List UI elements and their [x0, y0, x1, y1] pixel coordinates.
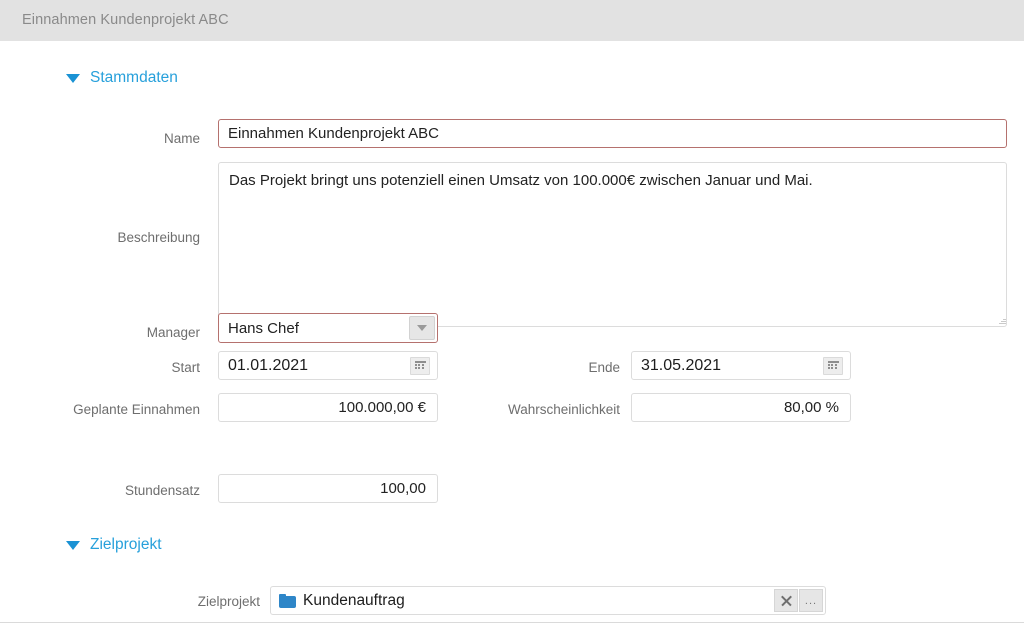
close-icon	[780, 595, 792, 606]
label-zielprojekt: Zielprojekt	[197, 594, 260, 609]
manager-dropdown[interactable]: Hans Chef	[218, 313, 438, 343]
stundensatz-input[interactable]	[218, 474, 438, 503]
section-title-stammdaten: Stammdaten	[90, 69, 178, 86]
manager-selected-value: Hans Chef	[228, 319, 299, 337]
folder-icon	[279, 593, 296, 608]
window-title: Einnahmen Kundenprojekt ABC	[22, 12, 229, 28]
manager-dropdown-button[interactable]	[409, 316, 435, 340]
name-input[interactable]	[218, 119, 1007, 148]
label-beschreibung: Beschreibung	[117, 230, 200, 245]
beschreibung-textarea[interactable]: Das Projekt bringt uns potenziell einen …	[218, 162, 1007, 327]
zielprojekt-value: Kundenauftrag	[303, 591, 405, 609]
calendar-icon[interactable]	[823, 356, 843, 375]
label-wahrscheinlichkeit: Wahrscheinlichkeit	[507, 402, 620, 417]
triangle-down-icon[interactable]	[66, 73, 80, 83]
label-manager: Manager	[146, 325, 200, 340]
label-ende: Ende	[588, 360, 620, 375]
bottom-strip	[0, 623, 1024, 641]
calendar-icon[interactable]	[410, 356, 430, 375]
section-header-zielprojekt[interactable]: Zielprojekt	[66, 536, 162, 554]
section-header-stammdaten[interactable]: Stammdaten	[66, 69, 178, 87]
window-titlebar: Einnahmen Kundenprojekt ABC	[0, 0, 1024, 41]
geplante-einnahmen-input[interactable]	[218, 393, 438, 422]
label-stundensatz: Stundensatz	[124, 483, 200, 498]
form-body: Stammdaten Name Beschreibung Das Projekt…	[0, 41, 1024, 622]
wahrscheinlichkeit-input[interactable]	[631, 393, 851, 422]
zielprojekt-clear-button[interactable]	[774, 589, 798, 612]
section-title-zielprojekt: Zielprojekt	[90, 536, 162, 553]
triangle-down-icon[interactable]	[66, 540, 80, 550]
label-start: Start	[171, 360, 200, 375]
label-geplante-einnahmen: Geplante Einnahmen	[73, 402, 200, 417]
zielprojekt-value-wrap: Kundenauftrag	[271, 592, 774, 610]
start-date-value: 01.01.2021	[228, 356, 309, 374]
start-date-field[interactable]: 01.01.2021	[218, 351, 438, 380]
chevron-down-icon	[417, 325, 427, 331]
zielprojekt-browse-button[interactable]: ...	[799, 589, 823, 612]
ende-date-value: 31.05.2021	[641, 356, 722, 374]
ende-date-field[interactable]: 31.05.2021	[631, 351, 851, 380]
label-name: Name	[163, 131, 200, 146]
zielprojekt-picker[interactable]: Kundenauftrag ...	[270, 586, 826, 615]
